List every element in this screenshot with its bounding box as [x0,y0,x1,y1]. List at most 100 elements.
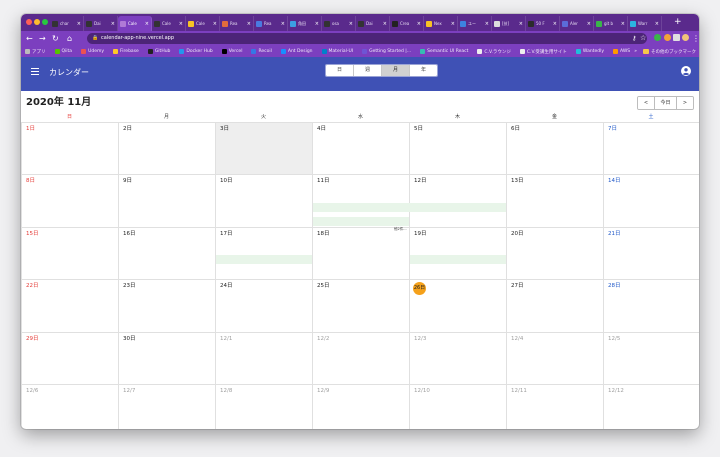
extension-icon[interactable] [664,34,671,41]
day-cell[interactable]: 12/5 [603,332,699,384]
bookmark-item[interactable]: Getting Started |... [362,49,411,54]
day-cell[interactable]: 19日 [409,227,506,279]
bookmark-item[interactable]: Vercel [221,49,242,54]
close-tab-icon[interactable]: × [621,21,625,27]
reload-icon[interactable]: ↻ [52,33,59,44]
close-tab-icon[interactable]: × [315,21,319,27]
close-tab-icon[interactable]: × [111,21,115,27]
account-circle-icon[interactable] [681,66,691,76]
bookmark-item[interactable]: Ant Design [280,49,313,54]
day-cell[interactable]: 20日 [506,227,603,279]
day-cell[interactable]: 23日 [118,279,215,332]
day-cell[interactable]: 12/8 [215,384,312,429]
day-cell[interactable]: 12/3 [409,332,506,384]
day-cell[interactable]: 1日 [21,122,118,174]
bookmark-item[interactable]: Material-UI [321,49,353,54]
more-vert-icon[interactable]: ⋮ [692,33,699,44]
day-cell[interactable]: 12/12 [603,384,699,429]
bookmarks-overflow-icon[interactable]: » [634,49,637,54]
close-tab-icon[interactable]: × [281,21,285,27]
browser-tab[interactable]: Cale × [118,16,152,31]
day-cell[interactable]: 16日 [118,227,215,279]
close-tab-icon[interactable]: × [383,21,387,27]
minimize-window-button[interactable] [34,19,40,25]
extension-icon[interactable] [654,34,661,41]
day-cell[interactable]: 5日 [409,122,506,174]
maximize-window-button[interactable] [42,19,48,25]
bookmark-item[interactable]: Wantedly [575,49,604,54]
extension-icon[interactable] [673,34,680,41]
browser-tab[interactable]: Aler × [560,16,594,31]
day-cell[interactable]: 25日 [312,279,409,332]
day-cell[interactable]: 14日 [603,174,699,227]
browser-tab[interactable]: Rea × [220,16,254,31]
day-cell[interactable]: 12/10 [409,384,506,429]
bookmark-item[interactable]: Recoil [251,49,272,54]
forward-icon[interactable]: → [39,33,46,44]
day-cell[interactable]: 26日 [409,279,506,332]
day-cell[interactable]: 12/7 [118,384,215,429]
day-cell[interactable]: 10日 [215,174,312,227]
browser-tab[interactable]: Dai × [84,16,118,31]
day-cell[interactable]: 28日 [603,279,699,332]
bookmark-item[interactable]: Qiita [54,49,72,54]
bookmark-item[interactable]: Udemy [81,49,104,54]
day-cell[interactable]: 7日 [603,122,699,174]
other-bookmarks-link[interactable]: その他のブックマーク [651,49,696,55]
day-cell[interactable]: 29日 [21,332,118,384]
browser-tab[interactable]: ユー × [458,16,492,31]
view-option-0[interactable]: 日 [326,65,354,76]
browser-tab[interactable]: char × [50,16,84,31]
prev-month-button[interactable]: < [638,97,655,109]
event-bar[interactable] [216,255,312,264]
new-tab-button[interactable]: + [674,16,682,29]
back-icon[interactable]: ← [26,33,33,44]
event-bar[interactable] [410,255,506,264]
browser-tab[interactable]: [技] × [492,16,526,31]
close-tab-icon[interactable]: × [417,21,421,27]
key-icon[interactable]: ⚷ [632,33,636,44]
browser-tab[interactable]: Warr × [628,16,662,31]
day-cell[interactable]: 6日 [506,122,603,174]
day-cell[interactable]: 12/9 [312,384,409,429]
bookmark-item[interactable]: Firebase [113,49,139,54]
day-cell[interactable]: 12/11 [506,384,603,429]
browser-tab[interactable]: Crea × [390,16,424,31]
more-events-link[interactable]: 他2件... [394,227,407,232]
bookmark-item[interactable]: C.V.受講生用サイト [519,49,567,55]
day-cell[interactable]: 12/1 [215,332,312,384]
day-cell[interactable]: 4日 [312,122,409,174]
view-option-1[interactable]: 週 [354,65,382,76]
close-tab-icon[interactable]: × [349,21,353,27]
close-tab-icon[interactable]: × [451,21,455,27]
day-cell[interactable]: 9日 [118,174,215,227]
browser-tab[interactable]: 角田 × [288,16,322,31]
browser-tab[interactable]: osa × [322,16,356,31]
profile-icon[interactable] [682,34,689,41]
bookmark-item[interactable]: Docker Hub [179,49,213,54]
browser-tab[interactable]: 50 F × [526,16,560,31]
browser-tab[interactable]: git b × [594,16,628,31]
address-bar[interactable]: 🔒 calendar-app-nine.vercel.app [87,33,647,44]
day-cell[interactable]: 24日 [215,279,312,332]
day-cell[interactable]: 8日 [21,174,118,227]
browser-tab[interactable]: Cale × [152,16,186,31]
day-cell[interactable]: 22日 [21,279,118,332]
bookmark-item[interactable]: C.V.ラウンジ [477,49,511,55]
today-button[interactable]: 今日 [655,97,677,109]
close-tab-icon[interactable]: × [179,21,183,27]
browser-tab[interactable]: Cale × [186,16,220,31]
day-cell[interactable]: 12/2 [312,332,409,384]
close-window-button[interactable] [26,19,32,25]
event-bar[interactable] [313,203,506,212]
close-tab-icon[interactable]: × [485,21,489,27]
bookmark-item[interactable]: Semantic UI React [420,49,468,54]
day-cell[interactable]: 18日 [312,227,409,279]
view-option-2[interactable]: 月 [382,65,410,76]
day-cell[interactable]: 17日 [215,227,312,279]
day-cell[interactable]: 15日 [21,227,118,279]
close-tab-icon[interactable]: × [247,21,251,27]
close-tab-icon[interactable]: × [655,21,659,27]
day-cell[interactable]: 21日 [603,227,699,279]
hamburger-menu-icon[interactable] [31,68,39,75]
